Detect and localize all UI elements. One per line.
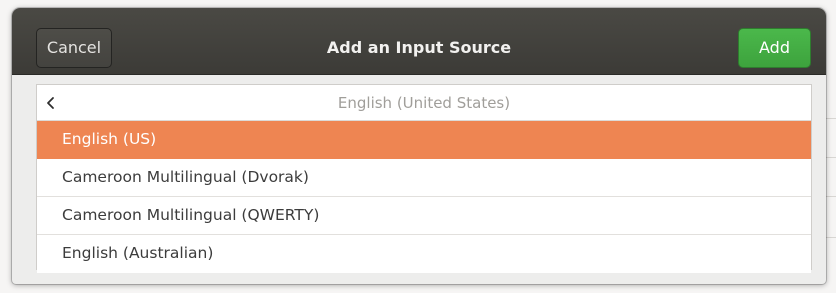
list-item-cameroon-dvorak[interactable]: Cameroon Multilingual (Dvorak)	[37, 159, 811, 197]
list-item-english-australian[interactable]: English (Australian)	[37, 235, 811, 273]
chevron-left-icon	[47, 97, 54, 109]
list-header: English (United States)	[37, 85, 811, 121]
dialog-title: Add an Input Source	[326, 38, 512, 57]
list-item-cameroon-qwerty[interactable]: Cameroon Multilingual (QWERTY)	[37, 197, 811, 235]
dialog-headerbar: Cancel Add an Input Source Add	[12, 8, 826, 75]
add-input-source-dialog: Cancel Add an Input Source Add English (…	[12, 8, 826, 284]
list-header-title: English (United States)	[337, 94, 511, 112]
input-source-list: English (United States) English (US) Cam…	[36, 84, 812, 273]
back-button[interactable]	[39, 89, 65, 117]
cancel-button[interactable]: Cancel	[36, 28, 112, 68]
list-item-english-us[interactable]: English (US)	[37, 121, 811, 159]
add-button[interactable]: Add	[738, 28, 811, 68]
